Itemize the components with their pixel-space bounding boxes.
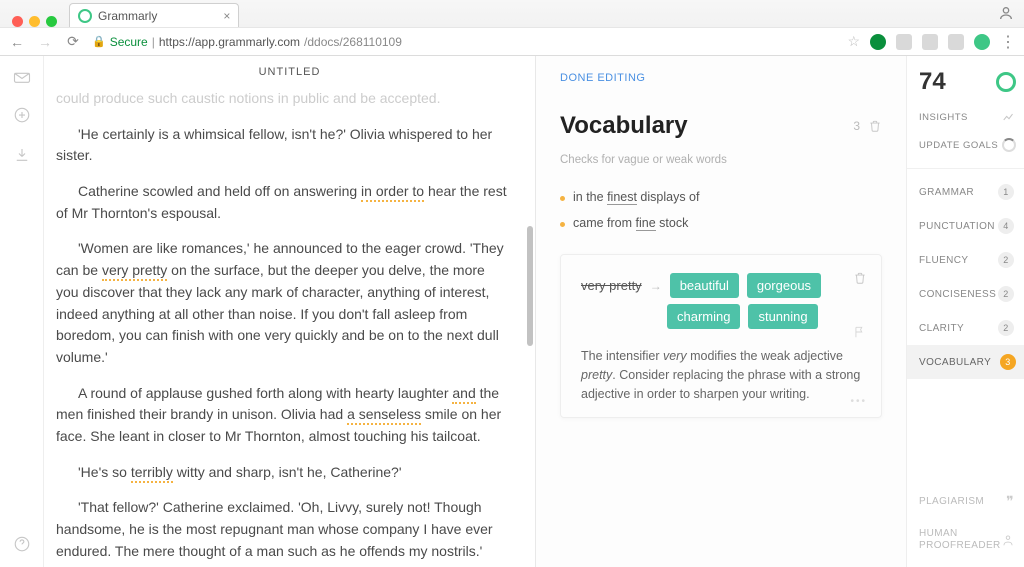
more-icon[interactable]: ••• — [850, 396, 867, 407]
url-host: https://app.grammarly.com — [159, 35, 300, 49]
documents-icon[interactable] — [13, 70, 31, 84]
done-editing-link[interactable]: DONE EDITING — [560, 72, 882, 84]
browser-tab[interactable]: Grammarly × — [69, 3, 239, 27]
tab-close-icon[interactable]: × — [223, 9, 230, 23]
issue-item[interactable]: came from fine stock — [560, 210, 882, 236]
doc-paragraph: 'He's so terribly witty and sharp, isn't… — [56, 462, 507, 484]
category-vocabulary[interactable]: VOCABULARY3 — [907, 345, 1024, 379]
suggestions-panel: DONE EDITING Vocabulary 3 Checks for vag… — [536, 56, 906, 567]
help-icon[interactable] — [13, 535, 31, 553]
document-title[interactable]: UNTITLED — [44, 56, 535, 88]
suggestion-card: ••• very pretty → beautiful gorgeous cha… — [560, 254, 882, 418]
suggestion-chip[interactable]: gorgeous — [747, 273, 821, 298]
forward-button — [36, 34, 54, 50]
issue-count: 3 — [853, 119, 860, 133]
category-fluency[interactable]: FLUENCY2 — [919, 243, 1016, 277]
back-button[interactable] — [8, 34, 26, 50]
flag-icon[interactable] — [853, 325, 867, 339]
suggestion-chip[interactable]: charming — [667, 304, 740, 329]
underline-issue[interactable]: and — [452, 385, 475, 404]
plagiarism-link[interactable]: PLAGIARISM ❞ — [919, 484, 1016, 519]
underline-issue[interactable]: in order to — [361, 183, 424, 202]
reload-button[interactable] — [64, 33, 82, 50]
close-window-icon[interactable] — [12, 16, 23, 27]
panel-subtitle: Checks for vague or weak words — [560, 154, 882, 166]
suggestion-chip[interactable]: beautiful — [670, 273, 739, 298]
bullet-icon — [560, 196, 565, 201]
category-clarity[interactable]: CLARITY2 — [919, 311, 1016, 345]
secure-label: Secure — [110, 35, 148, 49]
doc-paragraph: A round of applause gushed forth along w… — [56, 383, 507, 448]
app-root: UNTITLED could produce such caustic noti… — [0, 56, 1024, 567]
grammarly-favicon-icon — [78, 9, 92, 23]
grammarly-extension-icon[interactable] — [974, 34, 990, 50]
doc-paragraph: 'He certainly is a whimsical fellow, isn… — [56, 124, 507, 167]
quotes-icon: ❞ — [1006, 493, 1014, 510]
tab-title: Grammarly — [98, 9, 157, 23]
document-body[interactable]: could produce such caustic notions in pu… — [44, 88, 535, 567]
category-punctuation[interactable]: PUNCTUATION4 — [919, 209, 1016, 243]
doc-paragraph: Catherine scowled and held off on answer… — [56, 181, 507, 224]
doc-paragraph: 'Women are like romances,' he announced … — [56, 238, 507, 368]
person-icon — [1001, 533, 1015, 547]
bullet-icon — [560, 222, 565, 227]
lock-icon: 🔒 — [92, 35, 106, 48]
score: 74 — [919, 68, 946, 96]
update-goals-link[interactable]: UPDATE GOALS — [919, 140, 998, 151]
trash-icon[interactable] — [853, 271, 867, 285]
extension-icon[interactable] — [922, 34, 938, 50]
insights-link[interactable]: INSIGHTS — [919, 112, 968, 123]
scrollbar-thumb[interactable] — [527, 226, 533, 346]
issue-item[interactable]: in the finest displays of — [560, 184, 882, 210]
suggestion-chip[interactable]: stunning — [748, 304, 817, 329]
original-phrase: very pretty — [581, 278, 642, 293]
extension-icons: ⋮ — [870, 34, 1016, 50]
url-path: /ddocs/268110109 — [304, 35, 402, 49]
maximize-window-icon[interactable] — [46, 16, 57, 27]
right-rail: 74 INSIGHTS UPDATE GOALS GRAMMAR1 PUNCTU… — [906, 56, 1024, 567]
category-conciseness[interactable]: CONCISENESS2 — [919, 277, 1016, 311]
card-description: The intensifier very modifies the weak a… — [581, 347, 861, 403]
bookmark-icon[interactable]: ☆ — [847, 33, 860, 50]
insights-icon — [1002, 110, 1016, 124]
download-icon[interactable] — [13, 146, 31, 164]
minimize-window-icon[interactable] — [29, 16, 40, 27]
extension-icon[interactable] — [948, 34, 964, 50]
underline-issue[interactable]: very pretty — [102, 262, 167, 281]
browser-chrome: Grammarly × 🔒 Secure | https://app.gramm… — [0, 0, 1024, 56]
account-icon[interactable] — [998, 5, 1014, 21]
goals-spinner-icon — [1002, 138, 1016, 152]
underline-issue[interactable]: a senseless — [347, 406, 421, 425]
underline-issue[interactable]: terribly — [131, 464, 173, 483]
arrow-right-icon: → — [650, 279, 662, 293]
doc-paragraph: 'That fellow?' Catherine exclaimed. 'Oh,… — [56, 497, 507, 562]
trash-icon[interactable] — [868, 119, 882, 133]
category-grammar[interactable]: GRAMMAR1 — [919, 175, 1016, 209]
human-proofreader-link[interactable]: HUMAN PROOFREADER — [919, 519, 1016, 561]
extension-icon[interactable] — [896, 34, 912, 50]
panel-title: Vocabulary — [560, 112, 688, 140]
grammarly-logo-icon[interactable] — [996, 72, 1016, 92]
url-field[interactable]: 🔒 Secure | https://app.grammarly.com/ddo… — [92, 35, 837, 49]
browser-menu-icon[interactable]: ⋮ — [1000, 34, 1016, 50]
doc-paragraph: could produce such caustic notions in pu… — [56, 88, 507, 110]
panel-count-group: 3 — [853, 119, 882, 133]
address-bar: 🔒 Secure | https://app.grammarly.com/ddo… — [0, 27, 1024, 55]
window-controls[interactable] — [8, 8, 63, 27]
editor-pane: UNTITLED could produce such caustic noti… — [44, 56, 536, 567]
extension-icon[interactable] — [870, 34, 886, 50]
left-rail — [0, 56, 44, 567]
new-document-icon[interactable] — [13, 106, 31, 124]
